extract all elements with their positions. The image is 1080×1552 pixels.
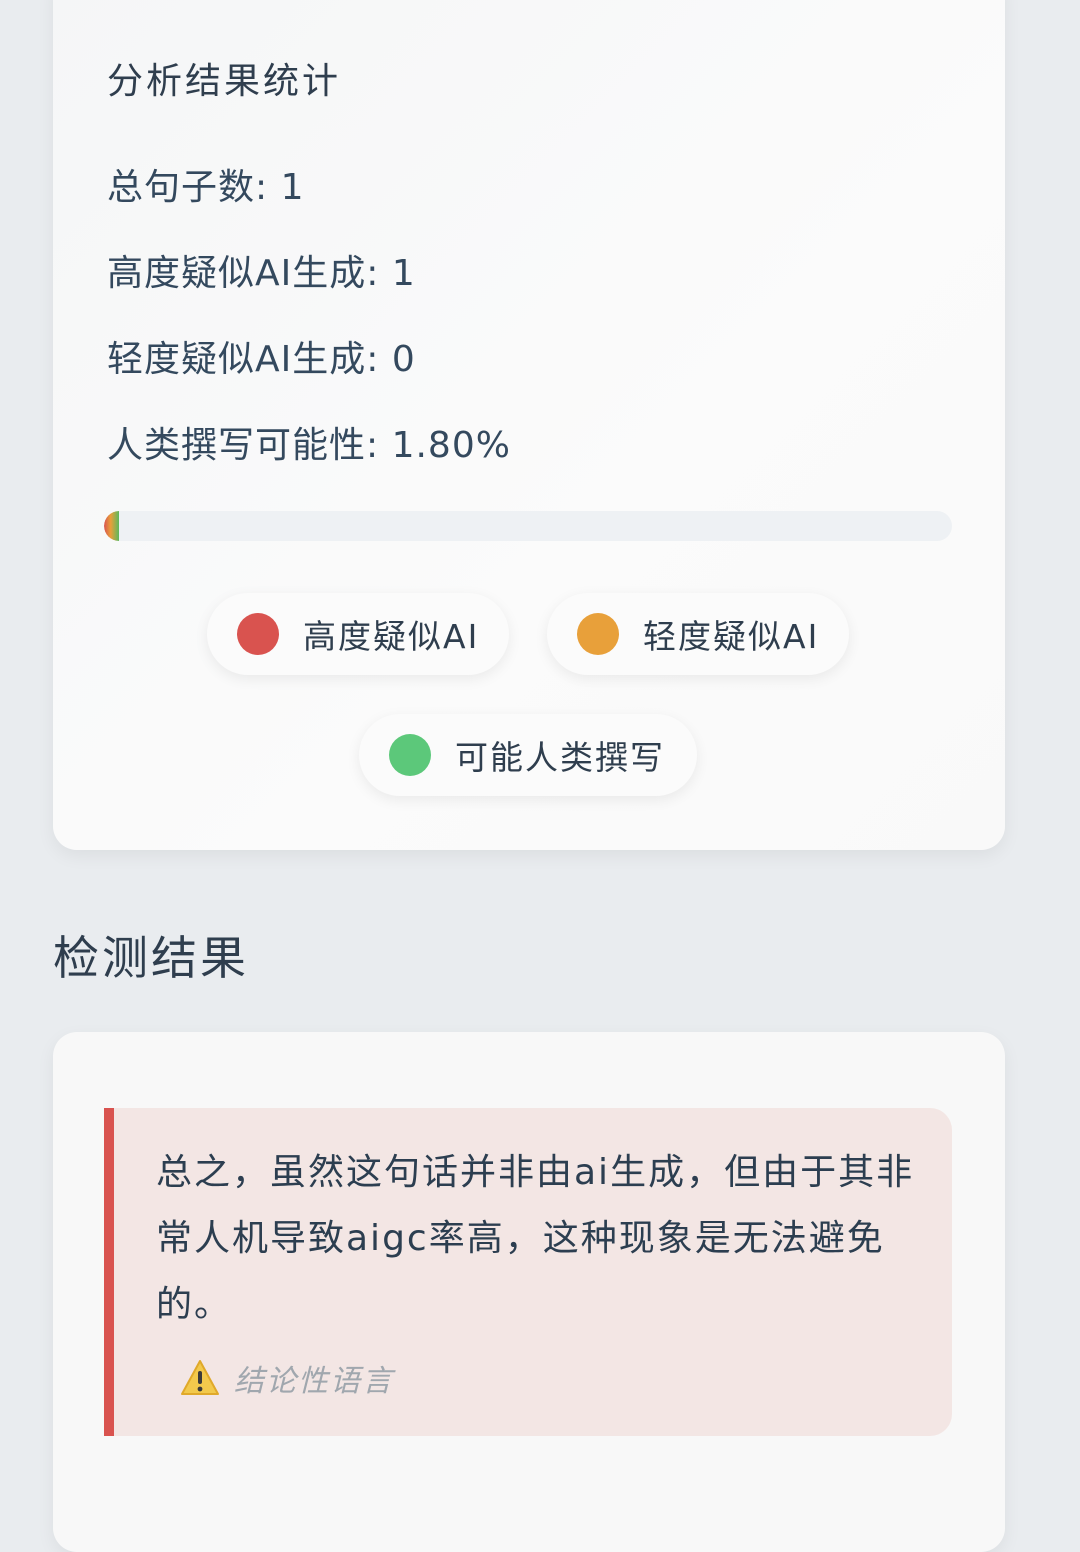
orange-dot-icon bbox=[577, 613, 619, 655]
ai-progress-bar bbox=[104, 511, 952, 541]
legend-human: 可能人类撰写 bbox=[359, 714, 697, 796]
low-ai-count: 轻度疑似AI生成: 0 bbox=[107, 339, 416, 380]
legend-high-ai: 高度疑似AI bbox=[207, 593, 509, 675]
green-dot-icon bbox=[389, 734, 431, 776]
total-sentences: 总句子数: 1 bbox=[107, 167, 305, 208]
human-probability: 人类撰写可能性: 1.80% bbox=[107, 425, 511, 466]
high-ai-count: 高度疑似AI生成: 1 bbox=[107, 253, 416, 294]
legend-high-label: 高度疑似AI bbox=[303, 617, 480, 656]
stats-title: 分析结果统计 bbox=[107, 61, 342, 102]
sentence-tag: 结论性语言 bbox=[180, 1356, 394, 1400]
tag-label: 结论性语言 bbox=[234, 1364, 394, 1399]
red-dot-icon bbox=[237, 613, 279, 655]
legend-low-label: 轻度疑似AI bbox=[643, 617, 820, 656]
results-section-title: 检测结果 bbox=[53, 931, 249, 985]
sentence-text: 总之，虽然这句话并非由ai生成，但由于其非常人机导致aigc率高，这种现象是无法… bbox=[156, 1152, 915, 1325]
flagged-sentence: 总之，虽然这句话并非由ai生成，但由于其非常人机导致aigc率高，这种现象是无法… bbox=[104, 1108, 952, 1436]
legend-human-label: 可能人类撰写 bbox=[455, 738, 665, 777]
legend-low-ai: 轻度疑似AI bbox=[547, 593, 849, 675]
warning-icon bbox=[181, 1360, 219, 1395]
